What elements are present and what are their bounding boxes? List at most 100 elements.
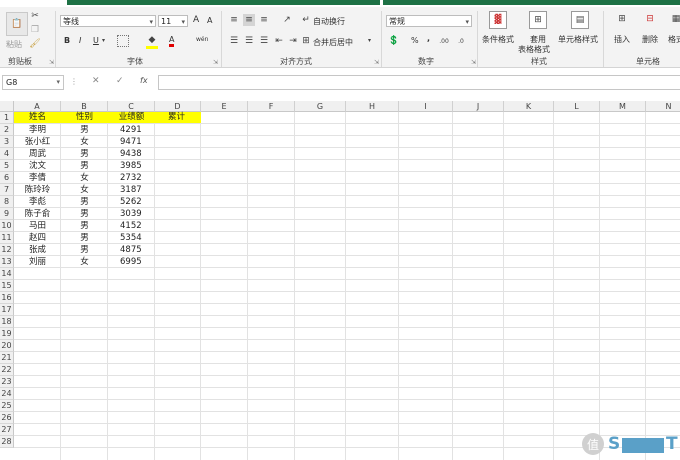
row-header[interactable]: 24 xyxy=(0,388,14,400)
column-header-l[interactable]: L xyxy=(554,101,600,112)
data-cell[interactable]: 3985 xyxy=(108,160,155,172)
data-cell[interactable]: 5354 xyxy=(108,232,155,244)
data-cell[interactable]: 女 xyxy=(61,136,108,148)
currency-icon[interactable]: 💲 xyxy=(388,35,400,47)
align-left-icon[interactable]: ☰ xyxy=(228,35,240,47)
number-launcher-icon[interactable]: ⇲ xyxy=(471,59,476,66)
column-header-n[interactable]: N xyxy=(646,101,680,112)
cancel-icon[interactable]: ✕ xyxy=(92,76,100,86)
decrease-decimal-icon[interactable]: .0 xyxy=(455,35,467,47)
data-cell[interactable]: 男 xyxy=(61,232,108,244)
data-cell[interactable]: 6995 xyxy=(108,256,155,268)
row-header[interactable]: 4 xyxy=(0,148,14,160)
data-cell[interactable]: 4875 xyxy=(108,244,155,256)
data-cell[interactable]: 李彪 xyxy=(14,196,61,208)
data-cell[interactable]: 周武 xyxy=(14,148,61,160)
column-header-e[interactable]: E xyxy=(201,101,248,112)
italic-button[interactable]: I xyxy=(79,36,81,45)
data-cell[interactable]: 女 xyxy=(61,256,108,268)
insert-button[interactable]: 插入 xyxy=(614,34,630,45)
row-header[interactable]: 16 xyxy=(0,292,14,304)
alignment-launcher-icon[interactable]: ⇲ xyxy=(374,59,379,66)
row-header[interactable]: 8 xyxy=(0,196,14,208)
header-cell[interactable]: 姓名 xyxy=(14,112,61,123)
row-header[interactable]: 12 xyxy=(0,244,14,256)
row-header[interactable]: 25 xyxy=(0,400,14,412)
row-header[interactable]: 26 xyxy=(0,412,14,424)
column-header-g[interactable]: G xyxy=(295,101,346,112)
data-cell[interactable]: 马田 xyxy=(14,220,61,232)
data-cell[interactable]: 男 xyxy=(61,124,108,136)
wrap-text-button[interactable]: 自动换行 xyxy=(313,16,345,27)
row-header[interactable]: 23 xyxy=(0,376,14,388)
conditional-format-icon[interactable]: ▓ xyxy=(489,11,507,29)
font-name-combo[interactable]: 等线 ▾ xyxy=(60,15,156,27)
paste-icon[interactable]: 📋 xyxy=(6,12,28,36)
underline-button[interactable]: U xyxy=(93,36,99,45)
data-cell[interactable]: 男 xyxy=(61,160,108,172)
data-cell[interactable]: 李倩 xyxy=(14,172,61,184)
column-header-i[interactable]: I xyxy=(399,101,453,112)
data-cell[interactable]: 4152 xyxy=(108,220,155,232)
row-header[interactable]: 3 xyxy=(0,136,14,148)
number-format-combo[interactable]: 常规 ▾ xyxy=(386,15,472,27)
row-header[interactable]: 13 xyxy=(0,256,14,268)
header-cell[interactable]: 性别 xyxy=(61,112,108,123)
data-cell[interactable]: 男 xyxy=(61,208,108,220)
data-cell[interactable]: 2732 xyxy=(108,172,155,184)
format-painter-icon[interactable]: 🖌 xyxy=(29,39,40,49)
percent-button[interactable]: % xyxy=(411,36,419,45)
paste-button[interactable]: 粘贴 xyxy=(6,39,22,50)
delete-cells-icon[interactable]: ⊟ xyxy=(643,11,657,27)
data-cell[interactable]: 男 xyxy=(61,244,108,256)
column-header-c[interactable]: C xyxy=(108,101,155,112)
chevron-down-icon[interactable]: ▾ xyxy=(102,37,105,44)
delete-button[interactable]: 删除 xyxy=(642,34,658,45)
decrease-indent-icon[interactable]: ⇤ xyxy=(273,35,285,47)
row-header[interactable]: 9 xyxy=(0,208,14,220)
align-middle-icon[interactable]: ≡ xyxy=(243,14,255,26)
clipboard-launcher-icon[interactable]: ⇲ xyxy=(49,59,54,66)
data-cell[interactable]: 沈文 xyxy=(14,160,61,172)
cell-styles-icon[interactable]: ▤ xyxy=(571,11,589,29)
row-header[interactable]: 14 xyxy=(0,268,14,280)
align-center-icon[interactable]: ☰ xyxy=(243,35,255,47)
row-header[interactable]: 6 xyxy=(0,172,14,184)
phonetic-button[interactable]: wén xyxy=(196,36,208,43)
data-cell[interactable]: 刘丽 xyxy=(14,256,61,268)
column-header-m[interactable]: M xyxy=(600,101,646,112)
bold-button[interactable]: B xyxy=(64,36,70,45)
data-cell[interactable]: 9471 xyxy=(108,136,155,148)
wrap-text-icon[interactable]: ↵ xyxy=(301,14,311,26)
row-header[interactable]: 20 xyxy=(0,340,14,352)
merge-center-button[interactable]: 合并后居中 xyxy=(313,37,353,48)
merge-center-icon[interactable]: ⊞ xyxy=(301,35,311,47)
data-cell[interactable]: 男 xyxy=(61,148,108,160)
increase-indent-icon[interactable]: ⇥ xyxy=(287,35,299,47)
format-cells-icon[interactable]: ▦ xyxy=(669,11,680,27)
row-header[interactable]: 19 xyxy=(0,328,14,340)
align-bottom-icon[interactable]: ≡ xyxy=(258,14,270,26)
comma-button[interactable]: , xyxy=(427,34,430,43)
data-cell[interactable]: 陈玲玲 xyxy=(14,184,61,196)
data-cell[interactable]: 男 xyxy=(61,220,108,232)
column-header-k[interactable]: K xyxy=(504,101,554,112)
data-cell[interactable]: 5262 xyxy=(108,196,155,208)
row-header[interactable]: 21 xyxy=(0,352,14,364)
orientation-icon[interactable]: ↗ xyxy=(280,14,294,26)
column-header-j[interactable]: J xyxy=(453,101,504,112)
font-size-combo[interactable]: 11 ▾ xyxy=(158,15,188,27)
shrink-font-button[interactable]: A xyxy=(207,16,212,25)
copy-icon[interactable]: ❐ xyxy=(30,25,40,35)
column-header-d[interactable]: D xyxy=(155,101,201,112)
data-cell[interactable]: 李明 xyxy=(14,124,61,136)
data-cell[interactable]: 9438 xyxy=(108,148,155,160)
row-header[interactable]: 17 xyxy=(0,304,14,316)
data-cell[interactable]: 张小红 xyxy=(14,136,61,148)
fill-color-icon[interactable]: ◆ xyxy=(146,34,158,49)
row-header[interactable]: 27 xyxy=(0,424,14,436)
insert-cells-icon[interactable]: ⊞ xyxy=(615,11,629,27)
data-cell[interactable]: 3187 xyxy=(108,184,155,196)
row-header[interactable]: 5 xyxy=(0,160,14,172)
cut-icon[interactable]: ✂ xyxy=(30,11,40,21)
